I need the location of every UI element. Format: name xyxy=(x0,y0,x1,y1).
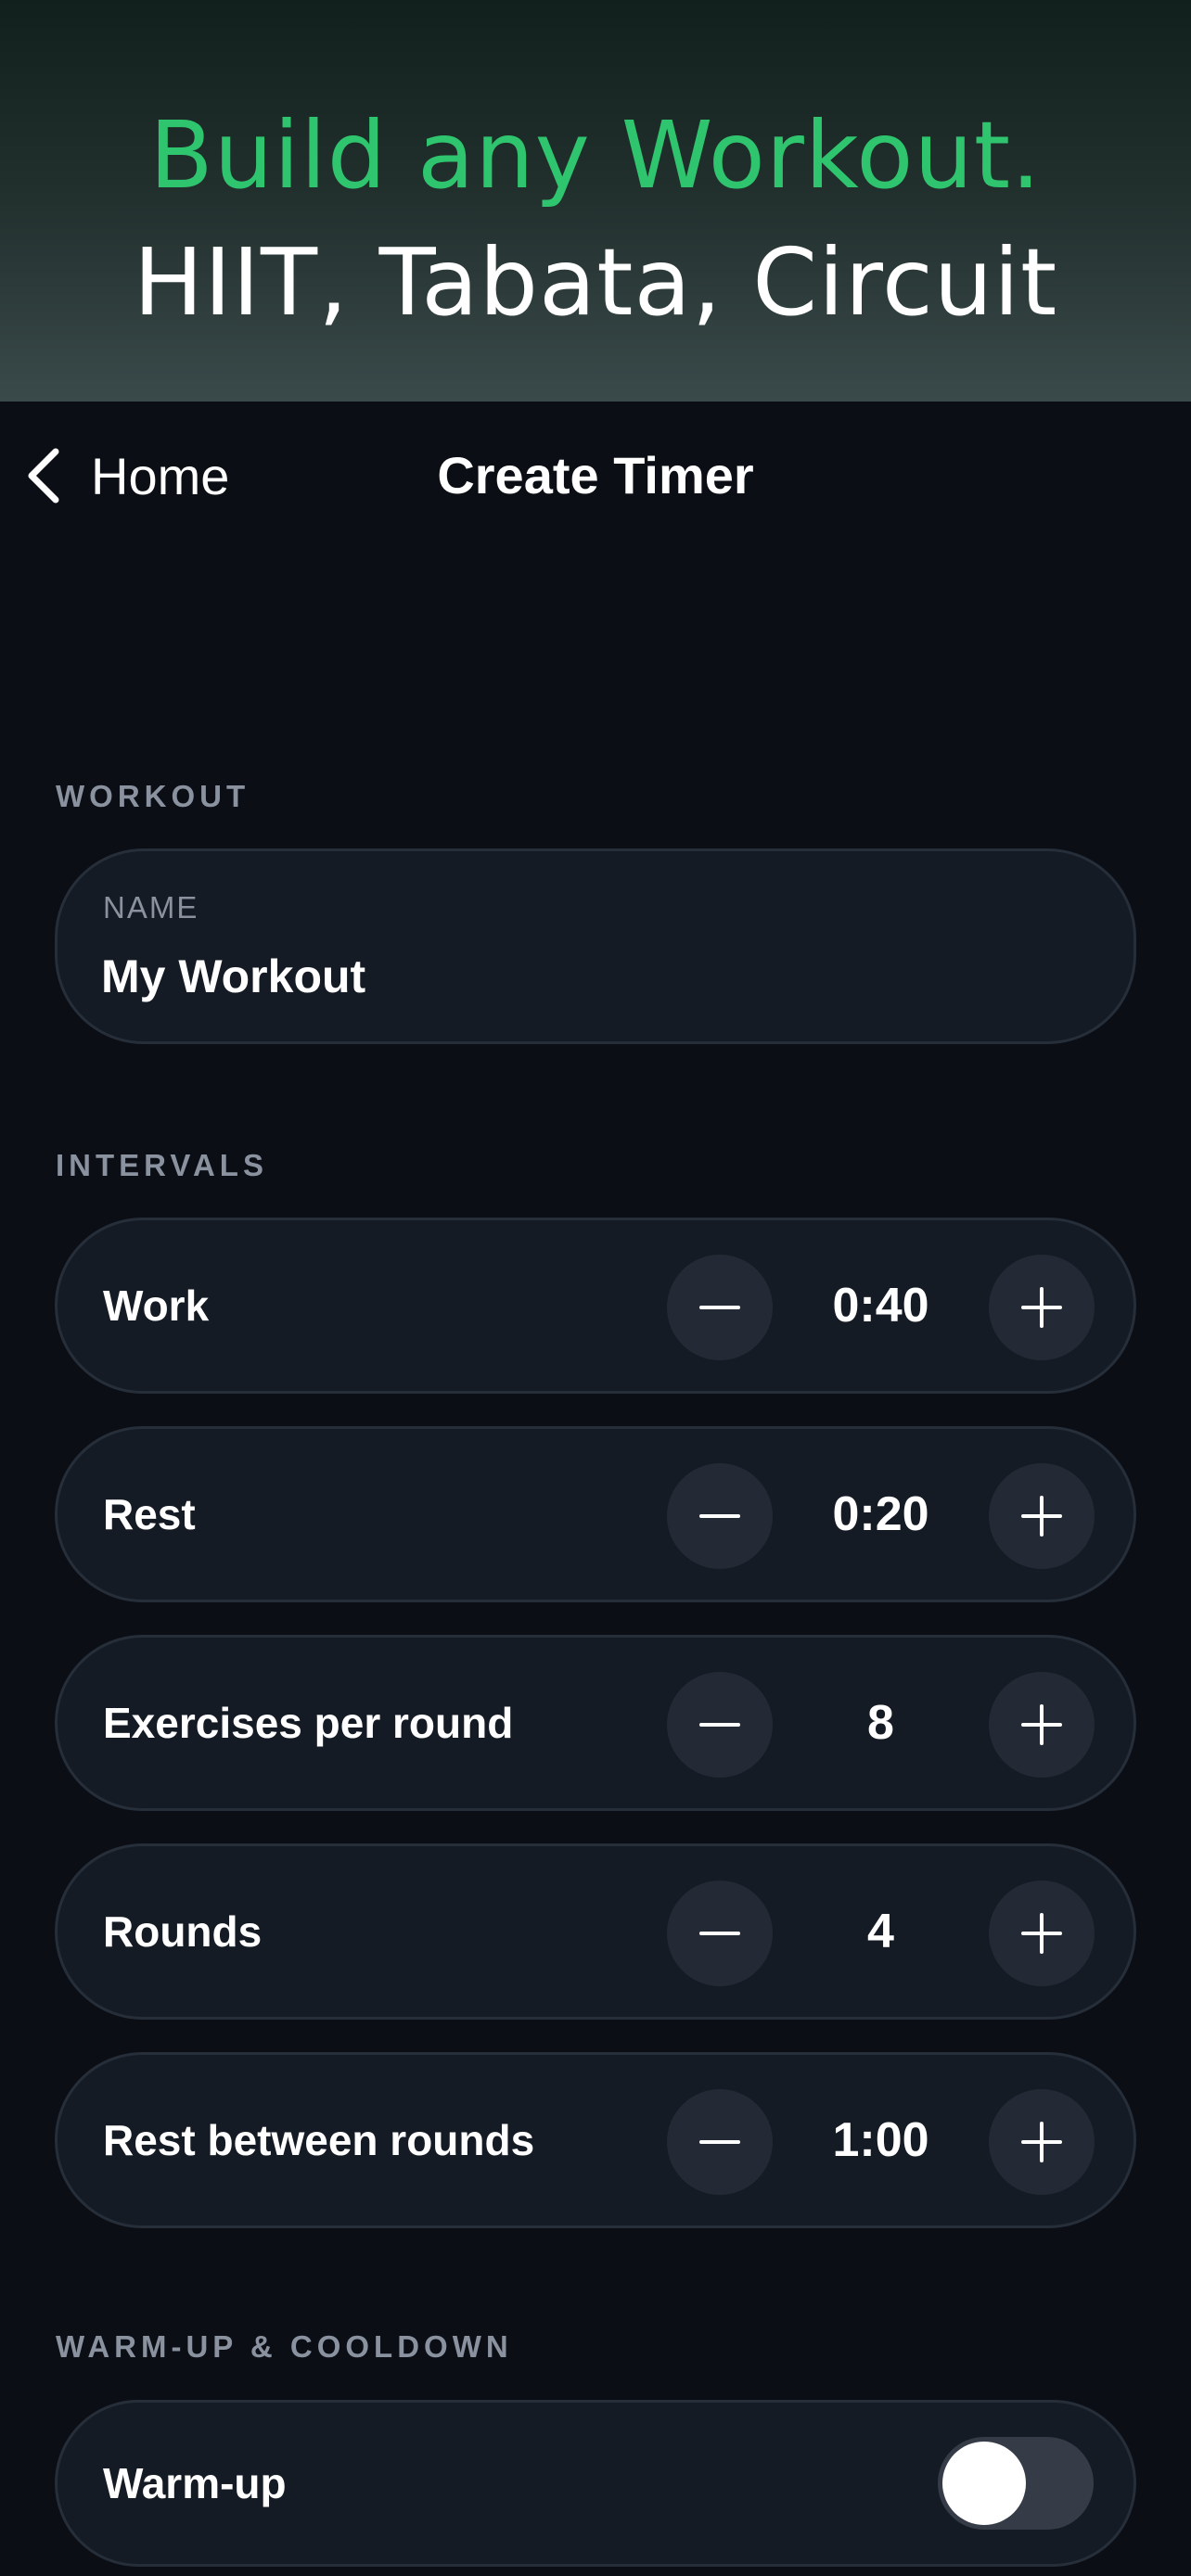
decrement-button[interactable] xyxy=(667,1255,773,1360)
create-timer-screen: Build any Workout. HIIT, Tabata, Circuit… xyxy=(0,0,1191,2576)
plus-icon xyxy=(1021,1287,1062,1328)
interval-label: Rest xyxy=(103,1490,196,1538)
name-field-label: NAME xyxy=(103,890,199,925)
increment-button[interactable] xyxy=(989,1881,1095,1986)
interval-value: 8 xyxy=(867,1696,894,1750)
interval-row-work: Work 0:40 xyxy=(55,1218,1136,1394)
interval-value: 1:00 xyxy=(832,2113,929,2167)
section-header-intervals: INTERVALS xyxy=(56,1148,268,1182)
plus-icon xyxy=(1021,2122,1062,2162)
interval-row-rest: Rest 0:20 xyxy=(55,1426,1136,1602)
decrement-button[interactable] xyxy=(667,1881,773,1986)
navigation-bar: Home Create Timer xyxy=(0,402,1191,550)
interval-label: Work xyxy=(103,1282,210,1330)
interval-value: 0:40 xyxy=(832,1279,929,1333)
promo-headline: Build any Workout. xyxy=(149,101,1042,210)
warmup-toggle[interactable] xyxy=(938,2437,1094,2530)
minus-icon xyxy=(699,2140,740,2144)
toggle-knob xyxy=(942,2442,1026,2525)
increment-button[interactable] xyxy=(989,1463,1095,1569)
plus-icon xyxy=(1021,1913,1062,1954)
decrement-button[interactable] xyxy=(667,1463,773,1569)
interval-value: 4 xyxy=(867,1905,894,1958)
minus-icon xyxy=(699,1514,740,1518)
minus-icon xyxy=(699,1306,740,1309)
promo-subline: HIIT, Tabata, Circuit xyxy=(133,228,1058,337)
interval-label: Rest between rounds xyxy=(103,2116,535,2164)
increment-button[interactable] xyxy=(989,1672,1095,1778)
interval-label: Rounds xyxy=(103,1907,263,1956)
workout-name-card[interactable]: NAME xyxy=(55,848,1136,1044)
warmup-label: Warm-up xyxy=(103,2459,287,2507)
page-title: Create Timer xyxy=(437,446,754,504)
minus-icon xyxy=(699,1723,740,1727)
section-header-warmup-cooldown: WARM-UP & COOLDOWN xyxy=(56,2329,513,2364)
minus-icon xyxy=(699,1932,740,1935)
plus-icon xyxy=(1021,1704,1062,1745)
section-header-workout: WORKOUT xyxy=(56,779,250,813)
interval-value: 0:20 xyxy=(832,1487,929,1541)
workout-name-input[interactable] xyxy=(101,944,1029,1009)
promo-banner: Build any Workout. HIIT, Tabata, Circuit xyxy=(0,0,1191,402)
increment-button[interactable] xyxy=(989,1255,1095,1360)
warmup-row: Warm-up xyxy=(55,2400,1136,2567)
decrement-button[interactable] xyxy=(667,2089,773,2195)
interval-label: Exercises per round xyxy=(103,1699,514,1747)
interval-row-exercises: Exercises per round 8 xyxy=(55,1635,1136,1811)
plus-icon xyxy=(1021,1496,1062,1537)
interval-row-rest-between-rounds: Rest between rounds 1:00 xyxy=(55,2052,1136,2228)
decrement-button[interactable] xyxy=(667,1672,773,1778)
interval-row-rounds: Rounds 4 xyxy=(55,1843,1136,2020)
increment-button[interactable] xyxy=(989,2089,1095,2195)
